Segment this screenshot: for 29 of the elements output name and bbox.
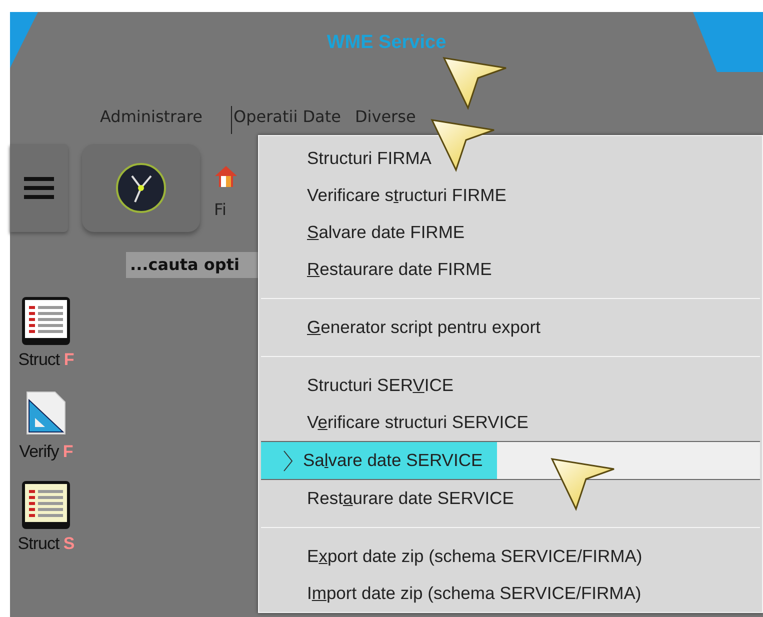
- table-icon[interactable]: [21, 480, 71, 530]
- corner-accent: [10, 12, 38, 68]
- menu-item[interactable]: Salvare date FIRME: [261, 214, 760, 251]
- menu-button[interactable]: [10, 144, 68, 232]
- shortcut-label: Struct S: [18, 534, 74, 554]
- chevron-icon: [283, 450, 293, 472]
- menu-item[interactable]: Generator script pentru export: [261, 309, 760, 346]
- hamburger-icon: [24, 176, 54, 200]
- menu-item[interactable]: Import date zip (schema SERVICE/FIRMA): [261, 575, 760, 612]
- window-title: WME Service: [326, 32, 446, 54]
- house-icon[interactable]: [214, 164, 238, 188]
- clock-icon: [115, 162, 167, 214]
- menu-item[interactable]: Verificare structuri SERVICE: [261, 404, 760, 441]
- shortcut-label: Verify F: [19, 442, 73, 462]
- menu-item[interactable]: Structuri SERVICE: [261, 367, 760, 404]
- shortcut-label: Struct F: [18, 350, 74, 370]
- menu-item[interactable]: Restaurare date SERVICE: [261, 480, 760, 517]
- menu-bar-item[interactable]: Operatii Date: [230, 106, 353, 134]
- menu-bar-item[interactable]: Administrare: [98, 106, 214, 134]
- menu-bar-item[interactable]: Diverse: [352, 106, 428, 134]
- menu-item[interactable]: Export date zip (schema SERVICE/FIRMA): [261, 538, 760, 575]
- menu-item[interactable]: Salvare date SERVICE: [261, 441, 760, 480]
- corner-accent: [693, 12, 763, 72]
- toolbar-label: Fi: [214, 200, 226, 218]
- menu-item[interactable]: Structuri FIRMA: [261, 140, 760, 177]
- clock-button[interactable]: [82, 144, 200, 232]
- table-icon[interactable]: [20, 296, 71, 346]
- menu-item[interactable]: Verificare structuri FIRME: [261, 177, 760, 214]
- menu-item[interactable]: Restaurare date FIRME: [261, 251, 760, 288]
